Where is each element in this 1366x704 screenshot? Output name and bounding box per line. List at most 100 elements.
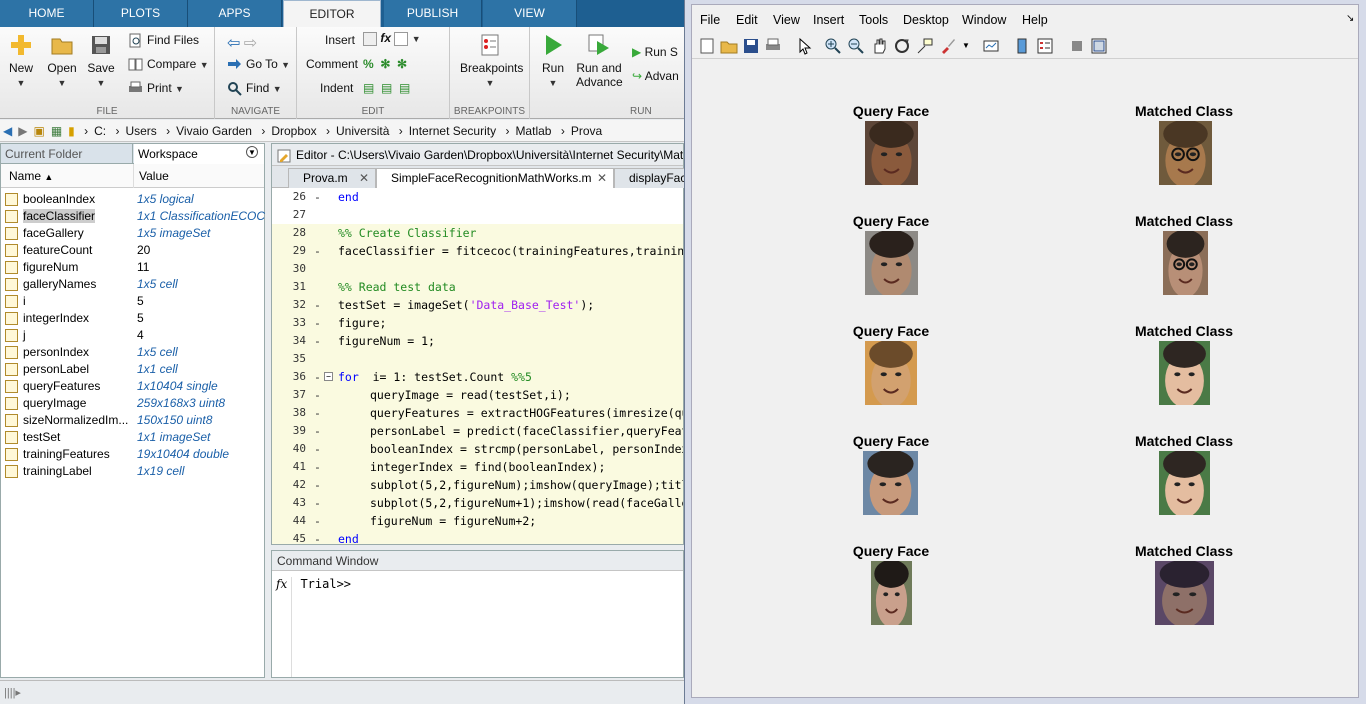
back-arrow-icon[interactable]: ◀: [0, 120, 15, 142]
workspace-variable-row[interactable]: queryImage 259x168x3 uint8: [1, 395, 264, 412]
code-line[interactable]: 29- faceClassifier = fitcecoc(trainingFea…: [272, 242, 683, 260]
breakpoint-marker[interactable]: -: [314, 332, 321, 350]
query-face-image[interactable]: [865, 231, 918, 295]
print-figure-icon[interactable]: [764, 37, 782, 55]
code-line[interactable]: 41- integerIndex = find(booleanIndex);: [272, 458, 683, 476]
breakpoint-marker[interactable]: -: [314, 530, 321, 544]
breakpoints-button[interactable]: Breakpoints ▼: [460, 33, 523, 89]
tab-publish[interactable]: PUBLISH: [384, 0, 482, 27]
code-area[interactable]: 26- end 27 28%% Create Classifier 29- faceCla…: [272, 188, 683, 544]
menu-help[interactable]: Help: [1022, 13, 1048, 27]
breakpoint-marker[interactable]: -: [314, 368, 321, 386]
workspace-variable-row[interactable]: booleanIndex 1x5 logical: [1, 191, 264, 208]
menu-desktop[interactable]: Desktop: [903, 13, 949, 27]
run-section-button[interactable]: ▶ Run S: [632, 45, 678, 59]
code-line[interactable]: 30: [272, 260, 683, 278]
run-button[interactable]: Run ▼: [538, 33, 568, 89]
new-figure-icon[interactable]: [698, 37, 716, 55]
query-face-image[interactable]: [871, 561, 912, 625]
address-crumb[interactable]: Internet Security: [406, 120, 499, 142]
save-button[interactable]: Save ▼: [86, 33, 116, 89]
breakpoint-marker[interactable]: -: [314, 242, 321, 260]
open-button[interactable]: Open ▼: [46, 33, 78, 89]
indent-button[interactable]: Indent: [320, 81, 353, 95]
code-line[interactable]: 32- testSet = imageSet('Data_Base_Test');: [272, 296, 683, 314]
fx-icon[interactable]: fx: [276, 577, 287, 591]
workspace-variable-row[interactable]: personLabel 1x1 cell: [1, 361, 264, 378]
code-line[interactable]: 38- queryFeatures = extractHOGFeatures(im…: [272, 404, 683, 422]
pointer-icon[interactable]: [796, 37, 814, 55]
save-figure-icon[interactable]: [742, 37, 760, 55]
workspace-variable-row[interactable]: personIndex 1x5 cell: [1, 344, 264, 361]
code-line[interactable]: 36- for i= 1: testSet.Count %%5−: [272, 368, 683, 386]
tab-home[interactable]: HOME: [0, 0, 94, 27]
workspace-variable-row[interactable]: faceGallery 1x5 imageSet: [1, 225, 264, 242]
tab-current-folder[interactable]: Current Folder: [1, 144, 133, 164]
matched-class-image[interactable]: [1159, 451, 1210, 515]
indent-buttons[interactable]: ▤ ▤ ▤: [363, 81, 410, 95]
menu-tools[interactable]: Tools: [859, 13, 888, 27]
workspace-variable-row[interactable]: figureNum 11: [1, 259, 264, 276]
matched-class-image[interactable]: [1159, 121, 1212, 185]
forward-arrow-icon[interactable]: ▶: [15, 120, 30, 142]
menu-view[interactable]: View: [773, 13, 800, 27]
code-line[interactable]: 28 %% Create Classifier: [272, 224, 683, 242]
brush-dropdown-icon[interactable]: ▼: [962, 41, 970, 50]
breakpoint-marker[interactable]: -: [314, 422, 321, 440]
address-crumb[interactable]: Prova: [568, 120, 605, 142]
show-plot-tools-icon[interactable]: [1090, 37, 1108, 55]
address-crumb[interactable]: C:: [91, 120, 109, 142]
breakpoint-marker[interactable]: -: [314, 386, 321, 404]
browse-folder-icon[interactable]: ▦: [48, 120, 65, 142]
rotate-3d-icon[interactable]: [893, 37, 911, 55]
code-line[interactable]: 26- end: [272, 188, 683, 206]
workspace-variable-row[interactable]: trainingLabel 1x19 cell: [1, 463, 264, 480]
zoom-out-icon[interactable]: [847, 37, 865, 55]
new-button[interactable]: New ▼: [6, 33, 36, 89]
code-line[interactable]: 35: [272, 350, 683, 368]
code-line[interactable]: 33- figure;: [272, 314, 683, 332]
menu-window[interactable]: Window: [962, 13, 1006, 27]
pan-hand-icon[interactable]: [870, 37, 888, 55]
workspace-variable-row[interactable]: integerIndex 5: [1, 310, 264, 327]
zoom-in-icon[interactable]: [824, 37, 842, 55]
brush-icon[interactable]: [939, 37, 957, 55]
fx-insert-button[interactable]: fx ▼: [363, 31, 421, 46]
workspace-variable-row[interactable]: testSet 1x1 imageSet: [1, 429, 264, 446]
matched-class-image[interactable]: [1155, 561, 1214, 625]
editor-tab-simplefacerecognition[interactable]: SimpleFaceRecognitionMathWorks.m ✕: [376, 168, 614, 188]
code-line[interactable]: 27: [272, 206, 683, 224]
data-cursor-icon[interactable]: [916, 37, 934, 55]
back-forward-buttons[interactable]: ⇦ ⇨: [227, 33, 257, 53]
code-line[interactable]: 45- end: [272, 530, 683, 544]
query-face-image[interactable]: [865, 121, 918, 185]
workspace-variable-row[interactable]: trainingFeatures 19x10404 double: [1, 446, 264, 463]
colorbar-icon[interactable]: [1013, 37, 1031, 55]
find-files-button[interactable]: Find Files: [128, 33, 199, 48]
tab-plots[interactable]: PLOTS: [94, 0, 188, 27]
breakpoint-marker[interactable]: -: [314, 458, 321, 476]
code-line[interactable]: 43- subplot(5,2,figureNum+1);imshow(read(…: [272, 494, 683, 512]
address-crumb[interactable]: Users: [122, 120, 159, 142]
matched-class-image[interactable]: [1163, 231, 1208, 295]
figure-canvas[interactable]: Query Face Matched Class Query Face Matched…: [692, 61, 1358, 697]
workspace-variable-row[interactable]: featureCount 20: [1, 242, 264, 259]
query-face-image[interactable]: [863, 451, 918, 515]
code-line[interactable]: 34- figureNum = 1;: [272, 332, 683, 350]
address-crumb[interactable]: Dropbox: [268, 120, 319, 142]
address-crumb[interactable]: Matlab: [512, 120, 554, 142]
command-prompt-line[interactable]: fx Trial>>: [276, 577, 351, 677]
find-button[interactable]: Find ▼: [227, 81, 282, 97]
up-folder-icon[interactable]: ▣: [30, 120, 47, 142]
matched-class-image[interactable]: [1159, 341, 1210, 405]
breakpoint-marker[interactable]: -: [314, 476, 321, 494]
advance-button[interactable]: ↪ Advan: [632, 69, 679, 83]
current-folder-address-bar[interactable]: ◀ ▶ ▣ ▦ ▮ › C: › Users › Vivaio Garden › Dropbox…: [0, 120, 684, 142]
workspace-variable-row[interactable]: sizeNormalizedIm... 150x150 uint8: [1, 412, 264, 429]
legend-icon[interactable]: [1036, 37, 1054, 55]
code-line[interactable]: 44- figureNum = figureNum+2;: [272, 512, 683, 530]
code-line[interactable]: 40- booleanIndex = strcmp(personLabel, pe…: [272, 440, 683, 458]
insert-button[interactable]: Insert: [325, 33, 355, 47]
value-column-header[interactable]: Value: [139, 169, 169, 183]
workspace-variable-row[interactable]: faceClassifier 1x1 ClassificationECOC: [1, 208, 265, 225]
